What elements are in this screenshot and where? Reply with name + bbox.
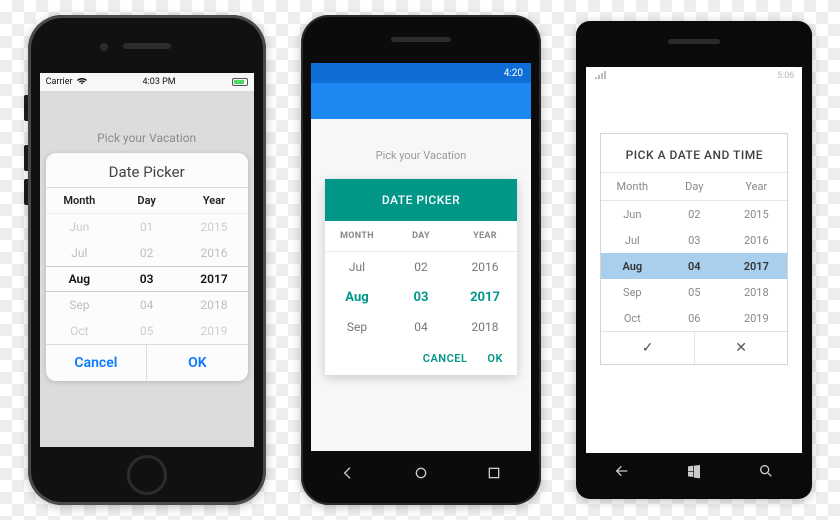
ok-button[interactable]: ✓ (601, 332, 695, 364)
cancel-button[interactable]: ✕ (695, 332, 788, 364)
windows-phone-device: 5:06 PICK A DATE AND TIME Month Day Year… (576, 21, 812, 499)
android-device: 4:20 Pick your Vacation DATE PICKER MONT… (301, 15, 541, 505)
android-navbar (311, 457, 531, 493)
iphone-mute-switch (24, 95, 28, 121)
col-year: Year (725, 173, 787, 200)
wheel-row[interactable]: Sep 05 2018 (601, 279, 787, 305)
wheel-row-selected[interactable]: Aug 04 2017 (601, 253, 787, 279)
wheel-row[interactable]: Oct 06 2019 (601, 305, 787, 331)
column-headers: Month Day Year (46, 188, 248, 214)
iphone-vol-down (24, 179, 28, 205)
date-picker-sheet: Date Picker Month Day Year Jun 01 2015 J… (46, 153, 248, 381)
sheet-title: Date Picker (46, 153, 248, 188)
col-year: YEAR (453, 221, 517, 252)
android-statusbar: 4:20 (311, 63, 531, 83)
wheel-row[interactable]: Jun 02 2015 (601, 201, 787, 227)
wheel-row-selected[interactable]: Aug 03 2017 (325, 282, 517, 312)
wp-statusbar: 5:06 (586, 67, 802, 85)
column-headers: MONTH DAY YEAR (325, 221, 517, 252)
prompt-label: Pick your Vacation (311, 119, 531, 162)
cancel-button[interactable]: Cancel (46, 345, 148, 381)
card-actions: CANCEL OK (325, 342, 517, 375)
iphone-device: Carrier 4:03 PM Pick your Vacation Date … (28, 15, 266, 505)
picker-wheel[interactable]: Jun 02 2015 Jul 03 2016 Aug 04 2017 (601, 201, 787, 331)
date-picker-card: DATE PICKER MONTH DAY YEAR Jul 02 2016 A… (325, 179, 517, 375)
col-month: Month (601, 173, 663, 200)
date-picker-card: PICK A DATE AND TIME Month Day Year Jun … (600, 133, 788, 365)
prompt-label: Pick your Vacation (40, 131, 254, 145)
recents-icon[interactable] (486, 465, 502, 485)
picker-wheel[interactable]: Jun 01 2015 Jul 02 2016 Aug 03 2017 (46, 214, 248, 344)
app-toolbar (311, 83, 531, 119)
card-actions: ✓ ✕ (601, 331, 787, 364)
wp-speaker (668, 39, 720, 44)
search-icon[interactable] (758, 463, 774, 483)
ok-button[interactable]: OK (147, 345, 248, 381)
clock: 5:06 (777, 71, 794, 81)
ios-app-body: Pick your Vacation Date Picker Month Day… (40, 91, 254, 447)
android-app-body: Pick your Vacation DATE PICKER MONTH DAY… (311, 119, 531, 451)
card-title: PICK A DATE AND TIME (601, 134, 787, 172)
cancel-button[interactable]: CANCEL (423, 352, 468, 365)
android-speaker (391, 37, 451, 42)
back-icon[interactable] (340, 465, 356, 485)
col-year: Year (180, 188, 247, 213)
column-headers: Month Day Year (601, 172, 787, 201)
picker-wheel[interactable]: Jul 02 2016 Aug 03 2017 Sep 04 2018 (325, 252, 517, 342)
android-screen: 4:20 Pick your Vacation DATE PICKER MONT… (311, 63, 531, 451)
battery-icon (232, 78, 248, 86)
wp-app-body: PICK A DATE AND TIME Month Day Year Jun … (586, 85, 802, 453)
carrier-label: Carrier (46, 77, 73, 87)
col-day: Day (113, 188, 180, 213)
wifi-icon (77, 77, 87, 88)
wheel-row[interactable]: Jun 01 2015 (46, 214, 248, 240)
iphone-speaker (123, 43, 171, 49)
home-icon[interactable] (413, 465, 429, 485)
wp-navbar (586, 459, 802, 487)
wheel-row[interactable]: Jul 02 2016 (325, 252, 517, 282)
clock: 4:20 (504, 68, 523, 79)
wp-screen: 5:06 PICK A DATE AND TIME Month Day Year… (586, 67, 802, 453)
wheel-row[interactable]: Jul 03 2016 (601, 227, 787, 253)
wheel-row-selected[interactable]: Aug 03 2017 (46, 266, 248, 292)
col-day: Day (663, 173, 725, 200)
clock: 4:03 PM (143, 77, 176, 87)
wheel-row[interactable]: Sep 04 2018 (46, 292, 248, 318)
ios-statusbar: Carrier 4:03 PM (40, 73, 254, 91)
col-day: DAY (389, 221, 453, 252)
back-icon[interactable] (614, 463, 630, 483)
start-icon[interactable] (686, 463, 702, 483)
home-button[interactable] (127, 455, 167, 495)
wheel-row[interactable]: Jul 02 2016 (46, 240, 248, 266)
sheet-actions: Cancel OK (46, 344, 248, 381)
iphone-screen: Carrier 4:03 PM Pick your Vacation Date … (40, 73, 254, 447)
iphone-vol-up (24, 145, 28, 171)
signal-icon (594, 70, 608, 82)
ok-button[interactable]: OK (487, 352, 503, 365)
col-month: Month (46, 188, 113, 213)
col-month: MONTH (325, 221, 389, 252)
wheel-row[interactable]: Sep 04 2018 (325, 312, 517, 342)
wheel-row[interactable]: Oct 05 2019 (46, 318, 248, 344)
card-header: DATE PICKER (325, 179, 517, 221)
iphone-camera (100, 43, 108, 51)
